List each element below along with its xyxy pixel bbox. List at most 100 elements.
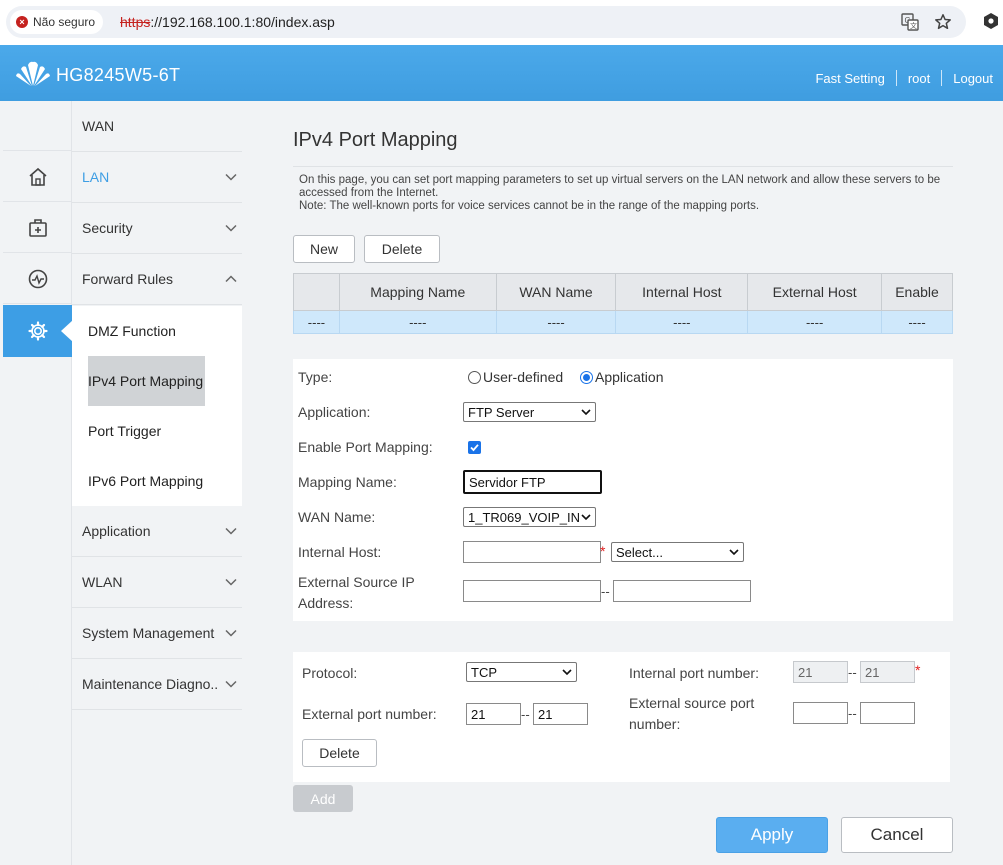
main-content: IPv4 Port Mapping On this page, you can …: [242, 101, 1003, 865]
submenu-label: IPv4 Port Mapping: [88, 373, 204, 389]
enable-port-mapping-checkbox[interactable]: [468, 441, 481, 454]
cancel-button[interactable]: Cancel: [841, 817, 953, 853]
sidebar-item-lan[interactable]: LAN: [72, 152, 242, 203]
external-port-start-value: 21: [471, 706, 486, 722]
forward-rules-submenu: DMZ Function IPv4 Port Mapping Port Trig…: [72, 306, 242, 506]
diagnostics-icon[interactable]: [3, 254, 72, 304]
delete-button[interactable]: Delete: [364, 235, 440, 263]
security-indicator[interactable]: × Não seguro: [10, 10, 104, 34]
external-port-start-input[interactable]: 21: [466, 703, 521, 725]
sidebar-item-system-management[interactable]: System Management: [72, 608, 242, 659]
device-name: HG8245W5-6T: [56, 65, 181, 85]
table-row[interactable]: ---- ---- ---- ---- ---- ----: [293, 310, 953, 334]
logout-link[interactable]: Logout: [953, 71, 993, 86]
link-divider: [941, 70, 943, 86]
type-label: Type:: [298, 369, 333, 385]
external-port-end-input[interactable]: 21: [533, 703, 588, 725]
table-cell: ----: [293, 310, 340, 334]
chevron-down-icon: [225, 578, 237, 586]
column-header-internal-host: Internal Host: [615, 273, 749, 311]
menu-label: System Management: [82, 625, 215, 641]
not-secure-icon: ×: [16, 16, 28, 28]
enable-port-mapping-label: Enable Port Mapping:: [298, 439, 433, 455]
checkmark-icon: [470, 444, 479, 452]
type-option-label: User-defined: [483, 369, 564, 385]
external-port-end-value: 21: [538, 706, 553, 722]
column-header-wan-name: WAN Name: [495, 273, 617, 311]
browser-toolbar: × Não seguro https://192.168.100.1:80/in…: [0, 0, 1003, 45]
home-icon[interactable]: [3, 152, 72, 202]
new-button[interactable]: New: [293, 235, 355, 263]
external-source-port-label: External source port number:: [629, 693, 754, 735]
submenu-port-trigger[interactable]: Port Trigger: [88, 406, 161, 456]
title-divider: [293, 166, 953, 167]
security-label: Não seguro: [33, 15, 96, 29]
description-text: On this page, you can set port mapping p…: [299, 174, 941, 199]
protocol-select[interactable]: TCP: [466, 662, 577, 682]
range-separator: --: [521, 707, 530, 722]
range-separator: --: [601, 584, 610, 599]
external-source-ip-end-input[interactable]: [613, 580, 751, 602]
internal-port-end-input[interactable]: 21: [860, 661, 915, 683]
chevron-down-icon: [562, 669, 572, 676]
apply-button[interactable]: Apply: [716, 817, 828, 853]
sidebar-item-wlan[interactable]: WLAN: [72, 557, 242, 608]
label-line: Address:: [298, 595, 354, 611]
internal-host-select-value: Select...: [616, 544, 663, 560]
wan-name-value: 1_TR069_VOIP_IN: [468, 509, 580, 525]
fast-setting-link[interactable]: Fast Setting: [815, 71, 884, 86]
user-link[interactable]: root: [908, 71, 930, 86]
submenu-ipv4-port-mapping[interactable]: IPv4 Port Mapping: [88, 356, 205, 406]
extension-icon[interactable]: [983, 12, 999, 30]
page-title: IPv4 Port Mapping: [293, 129, 458, 151]
address-bar[interactable]: × Não seguro https://192.168.100.1:80/in…: [6, 6, 966, 38]
application-value: FTP Server: [468, 404, 535, 420]
sidebar-item-security[interactable]: Security: [72, 203, 242, 254]
application-label: Application:: [298, 404, 371, 420]
internal-host-input[interactable]: [463, 541, 601, 563]
label-line: number:: [629, 716, 681, 732]
submenu-dmz-function[interactable]: DMZ Function: [88, 306, 176, 356]
application-select[interactable]: FTP Server: [463, 402, 596, 422]
sidebar-menu: WAN LAN Security Forward Rules DMZ Funct…: [72, 101, 242, 865]
range-separator: --: [848, 706, 857, 721]
type-application-radio[interactable]: [580, 371, 593, 384]
wan-name-select[interactable]: 1_TR069_VOIP_IN: [463, 507, 596, 527]
external-source-ip-label: External Source IP Address:: [298, 572, 415, 614]
sidebar-item-maintenance-diagnosis[interactable]: Maintenance Diagno..: [72, 659, 242, 710]
translate-icon[interactable]: G文: [901, 13, 919, 31]
link-divider: [895, 70, 897, 86]
url-path: ://192.168.100.1:80/index.asp: [150, 14, 335, 30]
internal-port-end-value: 21: [865, 664, 880, 680]
sidebar-item-wan[interactable]: WAN: [72, 101, 242, 152]
external-source-port-end-input[interactable]: [860, 702, 915, 724]
add-port-button[interactable]: Add: [293, 785, 353, 812]
sidebar-item-application[interactable]: Application: [72, 506, 242, 557]
sidebar-item-forward-rules[interactable]: Forward Rules: [72, 254, 242, 305]
table-cell: ----: [747, 310, 883, 334]
svg-text:文: 文: [910, 21, 917, 30]
toolbox-icon[interactable]: [3, 203, 72, 253]
column-header-mapping-name: Mapping Name: [338, 273, 497, 311]
submenu-ipv6-port-mapping[interactable]: IPv6 Port Mapping: [88, 456, 203, 506]
menu-label: LAN: [82, 169, 110, 185]
menu-label: Application: [82, 523, 151, 539]
table-cell: ----: [338, 310, 497, 334]
delete-port-row-button[interactable]: Delete: [302, 739, 377, 767]
url-protocol: https: [120, 14, 151, 30]
type-user-defined-radio[interactable]: [468, 371, 481, 384]
url-text[interactable]: https://192.168.100.1:80/index.asp: [120, 14, 335, 30]
chevron-down-icon: [225, 527, 237, 535]
table-cell: ----: [495, 310, 617, 334]
submenu-label: Port Trigger: [88, 423, 162, 439]
chevron-down-icon: [225, 629, 237, 637]
required-marker: *: [600, 543, 606, 559]
external-source-port-start-input[interactable]: [793, 702, 848, 724]
internal-port-start-input[interactable]: 21: [793, 661, 848, 683]
external-source-ip-start-input[interactable]: [463, 580, 601, 602]
menu-label: Security: [82, 220, 133, 236]
internal-host-select[interactable]: Select...: [611, 542, 744, 562]
submenu-label: DMZ Function: [88, 323, 176, 339]
mapping-name-input[interactable]: Servidor FTP: [463, 470, 602, 494]
bookmark-star-icon[interactable]: [934, 13, 952, 31]
